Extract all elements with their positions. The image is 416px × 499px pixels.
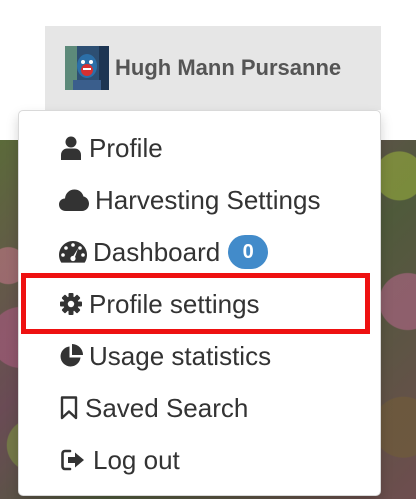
user-name: Hugh Mann Pursanne	[115, 55, 342, 80]
menu-item-profile[interactable]: Profile	[19, 122, 380, 174]
menu-item-saved-search[interactable]: Saved Search	[19, 382, 380, 434]
menu-item-label: Profile	[89, 132, 163, 163]
menu-item-label: Log out	[93, 444, 180, 475]
user-avatar	[65, 46, 109, 90]
menu-item-dashboard[interactable]: Dashboard 0	[19, 226, 380, 278]
menu-item-profile-settings[interactable]: Profile settings	[19, 278, 380, 330]
pie-chart-icon	[59, 343, 83, 369]
user-icon	[59, 135, 83, 161]
menu-item-usage-statistics[interactable]: Usage statistics	[19, 330, 380, 382]
bookmark-icon	[59, 395, 79, 421]
menu-item-log-out[interactable]: Log out	[19, 434, 380, 486]
menu-item-harvesting-settings[interactable]: Harvesting Settings	[19, 174, 380, 226]
dashboard-icon	[59, 239, 87, 265]
sign-out-icon	[59, 447, 87, 473]
menu-item-label: Usage statistics	[89, 340, 272, 371]
menu-item-label: Harvesting Settings	[95, 184, 321, 215]
dashboard-count-badge: 0	[228, 235, 269, 269]
menu-item-label: Dashboard	[93, 236, 221, 267]
user-dropdown-menu: Profile Harvesting Settings Dashboard 0	[18, 110, 381, 496]
cloud-icon	[59, 187, 89, 213]
menu-item-label: Profile settings	[89, 288, 260, 319]
user-menu-toggle[interactable]: Hugh Mann Pursanne	[45, 26, 381, 110]
gear-icon	[59, 291, 83, 317]
menu-item-label: Saved Search	[85, 392, 249, 423]
